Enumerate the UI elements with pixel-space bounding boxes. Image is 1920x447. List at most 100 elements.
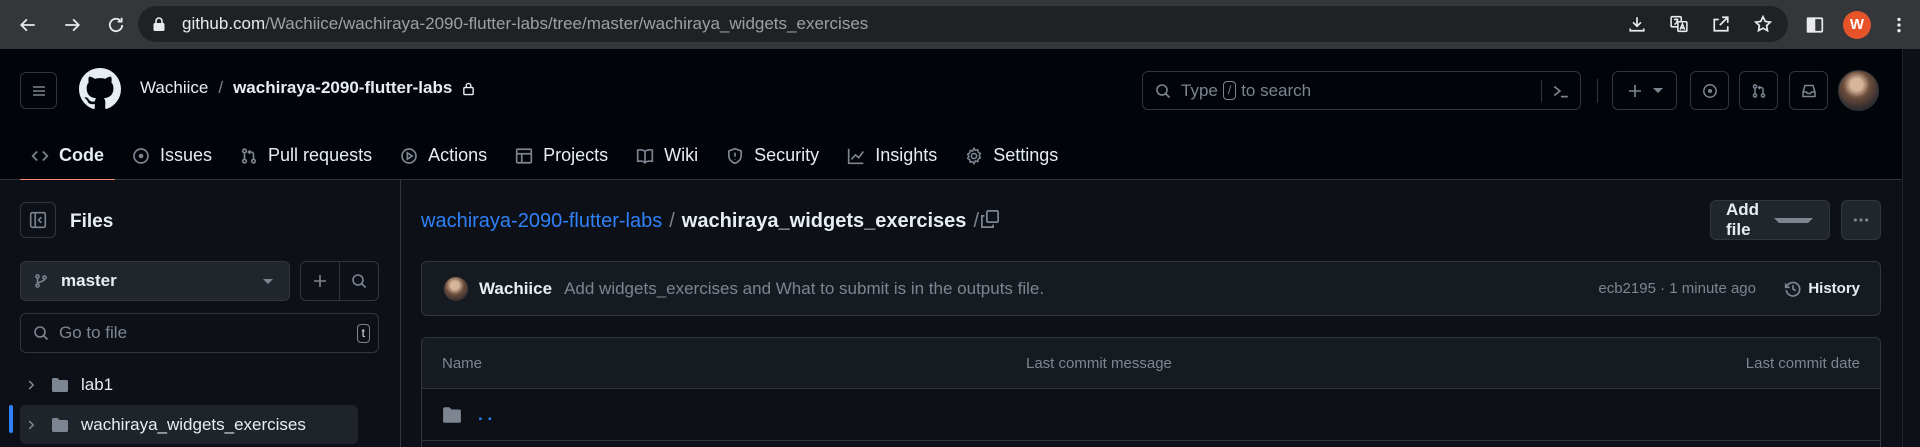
tab-security[interactable]: Security xyxy=(715,131,830,180)
tab-projects[interactable]: Projects xyxy=(504,131,619,180)
page-scrollbar[interactable] xyxy=(1902,49,1920,447)
owner-link[interactable]: Wachiice xyxy=(140,78,208,98)
address-bar[interactable]: github.com/Wachiice/wachiraya-2090-flutt… xyxy=(138,6,1788,42)
go-to-file-field[interactable]: t xyxy=(20,313,379,353)
search-icon xyxy=(352,274,367,289)
tree-item-widgets-exercises[interactable]: wachiraya_widgets_exercises xyxy=(20,405,358,444)
global-search[interactable]: Type / to search xyxy=(1142,71,1581,110)
folder-icon xyxy=(52,417,68,432)
star-icon xyxy=(1754,15,1772,33)
pull-requests-button[interactable] xyxy=(1739,71,1778,110)
breadcrumb: wachiraya-2090-flutter-labs / wachiraya_… xyxy=(421,210,979,233)
plus-icon xyxy=(314,275,326,287)
table-icon xyxy=(515,147,533,164)
profile-avatar: W xyxy=(1843,10,1871,39)
translate-icon xyxy=(1670,15,1688,33)
slash-shortcut: / xyxy=(1222,81,1237,100)
table-row-parent[interactable]: . . xyxy=(422,389,1880,441)
arrow-right-icon xyxy=(65,18,81,31)
gear-icon xyxy=(966,146,982,165)
column-header-name: Name xyxy=(442,355,483,372)
latest-commit-bar: Wachiice Add widgets_exercises and What … xyxy=(421,261,1881,316)
add-file-button[interactable]: Add file xyxy=(1710,200,1830,240)
selected-indicator xyxy=(9,405,13,433)
tab-code[interactable]: Code xyxy=(20,131,115,181)
chevron-right-icon[interactable] xyxy=(24,418,38,432)
tab-wiki[interactable]: Wiki xyxy=(625,131,709,180)
more-options-button[interactable] xyxy=(1841,200,1881,240)
install-app-button[interactable] xyxy=(1620,7,1654,41)
column-header-date: Last commit date xyxy=(1745,355,1860,372)
browser-toolbar: github.com/Wachiice/wachiraya-2090-flutt… xyxy=(0,0,1920,49)
repo-link[interactable]: wachiraya-2090-flutter-labs xyxy=(233,78,452,98)
browser-menu-button[interactable] xyxy=(1878,5,1920,45)
breadcrumb-separator: / xyxy=(669,210,675,232)
go-to-file-input[interactable] xyxy=(59,323,357,343)
chevron-down-icon xyxy=(1774,217,1813,223)
command-palette-icon[interactable] xyxy=(1552,82,1570,100)
open-global-nav-button[interactable] xyxy=(20,72,57,109)
shield-icon xyxy=(728,147,743,164)
tab-pull-requests[interactable]: Pull requests xyxy=(229,131,383,180)
tab-insights[interactable]: Insights xyxy=(836,131,948,180)
search-placeholder: Type / to search xyxy=(1181,80,1312,100)
collapse-file-tree-button[interactable] xyxy=(20,202,56,238)
column-header-message: Last commit message xyxy=(1026,355,1172,372)
side-panel-icon xyxy=(1806,16,1824,33)
inbox-button[interactable] xyxy=(1789,71,1828,110)
reload-icon xyxy=(108,17,124,32)
user-avatar[interactable] xyxy=(1838,70,1879,111)
tree-item-lab1[interactable]: lab1 xyxy=(20,365,358,404)
branch-selector[interactable]: master xyxy=(20,261,290,301)
bookmark-button[interactable] xyxy=(1746,7,1780,41)
commit-message[interactable]: Add widgets_exercises and What to submit… xyxy=(564,279,1044,299)
lock-icon xyxy=(153,17,165,31)
path-separator: / xyxy=(218,78,224,97)
commit-hash-time[interactable]: ecb2195 · 1 minute ago xyxy=(1598,280,1756,297)
branch-icon xyxy=(35,274,47,288)
github-header: Wachiice / wachiraya-2090-flutter-labs T… xyxy=(0,49,1902,181)
forward-button[interactable] xyxy=(50,5,94,45)
back-button[interactable] xyxy=(6,5,50,45)
parent-directory-link[interactable]: . . xyxy=(478,405,492,425)
branch-name: master xyxy=(61,271,117,290)
tree-item-label: wachiraya_widgets_exercises xyxy=(81,414,306,434)
sidebar-collapse-icon xyxy=(29,211,47,229)
issues-button[interactable] xyxy=(1690,71,1729,110)
add-file-button-small[interactable] xyxy=(300,261,340,301)
search-icon xyxy=(34,326,49,341)
translate-button[interactable] xyxy=(1662,7,1696,41)
share-button[interactable] xyxy=(1704,7,1738,41)
folder-icon xyxy=(443,406,461,423)
commit-author[interactable]: Wachiice xyxy=(479,279,552,299)
url-text: github.com/Wachiice/wachiraya-2090-flutt… xyxy=(182,14,869,33)
side-panel-button[interactable] xyxy=(1794,5,1836,45)
copy-path-icon[interactable] xyxy=(980,209,1000,229)
main-content: wachiraya-2090-flutter-labs / wachiraya_… xyxy=(402,180,1902,447)
breadcrumb-trailing-separator: / xyxy=(973,210,979,232)
profile-button[interactable]: W xyxy=(1836,5,1878,45)
arrow-left-icon xyxy=(19,18,35,31)
tab-settings[interactable]: Settings xyxy=(954,131,1069,180)
book-icon xyxy=(637,148,654,164)
github-logo-icon[interactable] xyxy=(79,68,121,110)
private-lock-icon xyxy=(463,82,475,95)
breadcrumb-current-folder: wachiraya_widgets_exercises xyxy=(681,210,967,232)
tree-item-label: lab1 xyxy=(81,374,114,394)
pull-request-icon xyxy=(1752,83,1765,98)
tab-actions[interactable]: Actions xyxy=(389,131,498,180)
search-files-button[interactable] xyxy=(339,261,379,301)
breadcrumb-repo-link[interactable]: wachiraya-2090-flutter-labs xyxy=(421,210,662,233)
tab-issues[interactable]: Issues xyxy=(121,131,223,180)
reload-button[interactable] xyxy=(94,5,138,45)
issue-icon xyxy=(1702,83,1717,98)
chevron-down-icon xyxy=(263,278,273,284)
create-new-button[interactable] xyxy=(1612,71,1677,110)
folder-icon xyxy=(52,377,68,392)
go-to-file-shortcut: t xyxy=(356,323,370,343)
history-button[interactable]: History xyxy=(1784,280,1860,298)
author-avatar[interactable] xyxy=(444,276,468,301)
chevron-right-icon[interactable] xyxy=(24,378,38,392)
kebab-menu-icon xyxy=(1897,17,1901,32)
graph-icon xyxy=(848,148,865,164)
